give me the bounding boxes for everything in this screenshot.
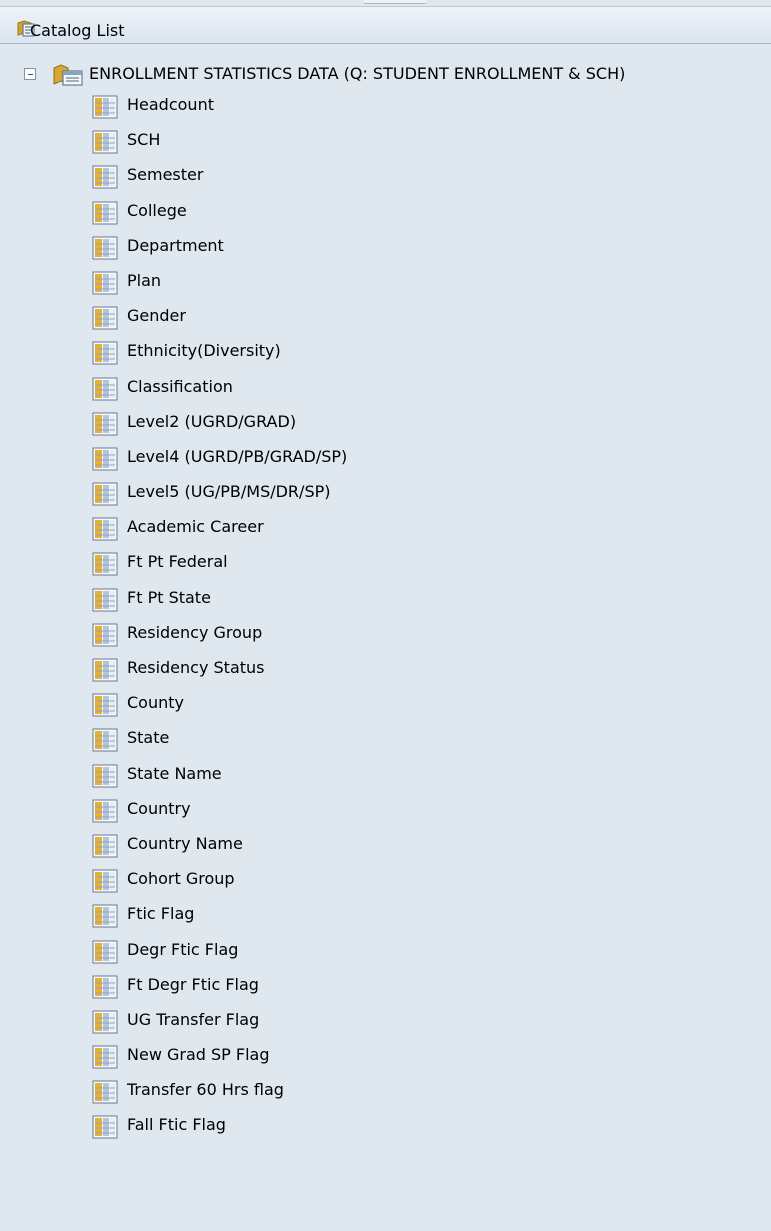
column-icon bbox=[92, 623, 118, 647]
column-icon bbox=[92, 552, 118, 576]
column-icon bbox=[92, 799, 118, 823]
column-item-label: County bbox=[127, 693, 184, 713]
column-item-county[interactable]: County bbox=[0, 686, 771, 721]
column-item-label: Semester bbox=[127, 165, 204, 185]
column-item-ethnicity[interactable]: Ethnicity(Diversity) bbox=[0, 334, 771, 369]
column-item-label: College bbox=[127, 200, 187, 220]
column-icon bbox=[92, 658, 118, 682]
column-item-level4[interactable]: Level4 (UGRD/PB/GRAD/SP) bbox=[0, 440, 771, 475]
column-item-label: Headcount bbox=[127, 95, 214, 114]
column-item-label: Level5 (UG/PB/MS/DR/SP) bbox=[127, 482, 331, 502]
column-item-label: Ft Pt State bbox=[127, 587, 211, 607]
column-icon bbox=[92, 517, 118, 541]
catalog-list-panel: Catalog List ENROLLMENT STATISTICS DATA … bbox=[0, 0, 771, 1231]
column-icon bbox=[92, 306, 118, 330]
catalog-list-header: Catalog List bbox=[0, 6, 771, 44]
column-icon bbox=[92, 940, 118, 964]
column-item-label: Degr Ftic Flag bbox=[127, 939, 239, 959]
column-item-country[interactable]: Country bbox=[0, 792, 771, 827]
column-icon bbox=[92, 271, 118, 295]
column-item-level5[interactable]: Level5 (UG/PB/MS/DR/SP) bbox=[0, 475, 771, 510]
column-item-ft-pt-federal[interactable]: Ft Pt Federal bbox=[0, 545, 771, 580]
column-item-state[interactable]: State bbox=[0, 721, 771, 756]
column-item-sch[interactable]: SCH bbox=[0, 123, 771, 158]
catalog-folder-icon bbox=[52, 63, 86, 87]
column-item-label: Gender bbox=[127, 306, 186, 326]
column-item-state-name[interactable]: State Name bbox=[0, 757, 771, 792]
column-item-gender[interactable]: Gender bbox=[0, 299, 771, 334]
column-item-label: Ft Pt Federal bbox=[127, 552, 228, 572]
column-item-fall-ftic-flag[interactable]: Fall Ftic Flag bbox=[0, 1108, 771, 1143]
column-icon bbox=[92, 341, 118, 365]
catalog-list-title: Catalog List bbox=[30, 21, 125, 40]
column-item-label: Plan bbox=[127, 270, 162, 290]
column-item-country-name[interactable]: Country Name bbox=[0, 827, 771, 862]
column-item-label: Transfer 60 Hrs flag bbox=[127, 1080, 284, 1100]
column-item-label: Ft Degr Ftic Flag bbox=[127, 974, 259, 994]
column-item-ug-transfer-flag[interactable]: UG Transfer Flag bbox=[0, 1003, 771, 1038]
column-item-label: Residency Status bbox=[127, 658, 265, 677]
column-icon bbox=[92, 588, 118, 612]
column-icon bbox=[92, 236, 118, 260]
column-item-residency-group[interactable]: Residency Group bbox=[0, 616, 771, 651]
column-item-label: Cohort Group bbox=[127, 869, 235, 889]
column-item-ftic-flag[interactable]: Ftic Flag bbox=[0, 897, 771, 932]
column-item-headcount[interactable]: Headcount bbox=[0, 88, 771, 123]
column-item-degr-ftic-flag[interactable]: Degr Ftic Flag bbox=[0, 933, 771, 968]
column-icon bbox=[92, 693, 118, 717]
column-icon bbox=[92, 834, 118, 858]
column-item-ft-degr-ftic-flag[interactable]: Ft Degr Ftic Flag bbox=[0, 968, 771, 1003]
column-item-cohort-group[interactable]: Cohort Group bbox=[0, 862, 771, 897]
column-item-semester[interactable]: Semester bbox=[0, 158, 771, 193]
column-icon bbox=[92, 377, 118, 401]
column-item-label: Department bbox=[127, 235, 224, 255]
column-item-ft-pt-state[interactable]: Ft Pt State bbox=[0, 581, 771, 616]
column-item-label: Country bbox=[127, 798, 191, 818]
column-item-label: Ftic Flag bbox=[127, 904, 195, 924]
column-item-label: Academic Career bbox=[127, 517, 264, 537]
column-icon bbox=[92, 165, 118, 189]
tree-root-item[interactable]: ENROLLMENT STATISTICS DATA (Q: STUDENT E… bbox=[0, 63, 771, 87]
column-item-college[interactable]: College bbox=[0, 194, 771, 229]
catalog-column-list: Headcount SCH Semester College Departmen… bbox=[0, 88, 771, 1144]
column-item-level2[interactable]: Level2 (UGRD/GRAD) bbox=[0, 405, 771, 440]
column-item-department[interactable]: Department bbox=[0, 229, 771, 264]
column-item-label: Residency Group bbox=[127, 622, 263, 642]
column-item-label: Level2 (UGRD/GRAD) bbox=[127, 411, 297, 431]
column-item-label: Level4 (UGRD/PB/GRAD/SP) bbox=[127, 446, 348, 466]
tree-root-label: ENROLLMENT STATISTICS DATA (Q: STUDENT E… bbox=[89, 64, 626, 83]
column-item-academic-career[interactable]: Academic Career bbox=[0, 510, 771, 545]
column-item-label: Fall Ftic Flag bbox=[127, 1115, 226, 1135]
column-icon bbox=[92, 201, 118, 225]
column-item-label: State bbox=[127, 728, 170, 748]
column-icon bbox=[92, 482, 118, 506]
collapse-icon[interactable] bbox=[24, 68, 36, 80]
column-icon bbox=[92, 1045, 118, 1069]
column-item-new-grad-sp-flag[interactable]: New Grad SP Flag bbox=[0, 1038, 771, 1073]
column-icon bbox=[92, 95, 118, 119]
column-icon bbox=[92, 412, 118, 436]
column-item-label: Country Name bbox=[127, 833, 243, 853]
column-icon bbox=[92, 728, 118, 752]
column-item-transfer-60-hrs-flag[interactable]: Transfer 60 Hrs flag bbox=[0, 1073, 771, 1108]
column-icon bbox=[92, 447, 118, 471]
splitter-handle[interactable] bbox=[364, 0, 426, 4]
column-item-label: New Grad SP Flag bbox=[127, 1045, 270, 1065]
column-icon bbox=[92, 904, 118, 928]
column-icon bbox=[92, 975, 118, 999]
column-item-label: Ethnicity(Diversity) bbox=[127, 341, 281, 361]
column-item-label: Classification bbox=[127, 376, 233, 396]
column-item-residency-status[interactable]: Residency Status bbox=[0, 651, 771, 686]
column-icon bbox=[92, 869, 118, 893]
column-icon bbox=[92, 1080, 118, 1104]
column-icon bbox=[92, 1115, 118, 1139]
column-item-label: SCH bbox=[127, 130, 161, 150]
column-icon bbox=[92, 764, 118, 788]
column-icon bbox=[92, 130, 118, 154]
column-item-label: UG Transfer Flag bbox=[127, 1009, 260, 1029]
column-item-label: State Name bbox=[127, 763, 222, 783]
column-icon bbox=[92, 1010, 118, 1034]
column-item-classification[interactable]: Classification bbox=[0, 370, 771, 405]
column-item-plan[interactable]: Plan bbox=[0, 264, 771, 299]
